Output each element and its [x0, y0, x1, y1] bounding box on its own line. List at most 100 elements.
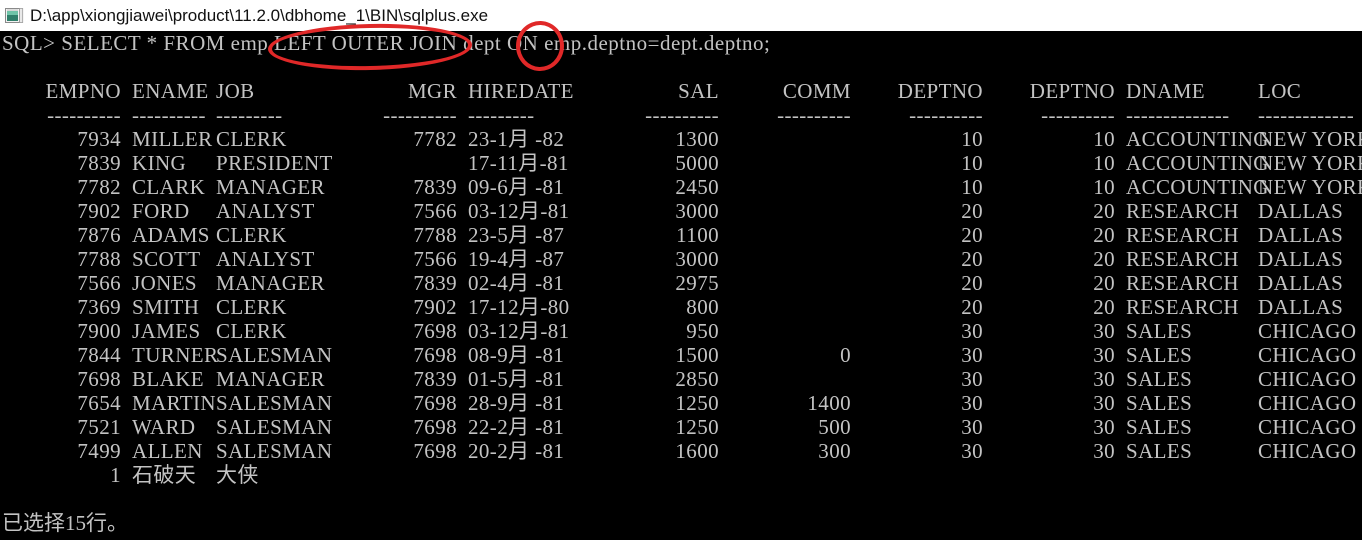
column-header: LOC [1258, 79, 1302, 103]
column-header: DEPTNO [1029, 79, 1115, 103]
table-cell: 300 [818, 439, 851, 463]
table-cell: 大侠 [216, 463, 259, 487]
console-output-area[interactable]: SQL> SELECT * FROM emp LEFT OUTER JOIN d… [0, 31, 1362, 540]
table-separator-row: ---------- ---------- --------- ---------- -… [0, 103, 1362, 127]
table-cell: ADAMS [132, 223, 210, 247]
table-cell: 1600 [675, 439, 719, 463]
column-separator: ---------- [47, 103, 121, 127]
column-header: ENAME [132, 79, 209, 103]
table-header-row: EMPNO ENAME JOB MGR HIREDATE SAL COMM DEPTNO DEP… [0, 79, 1362, 103]
table-cell: 1100 [676, 223, 719, 247]
table-cell: SALESMAN [216, 415, 333, 439]
table-cell: SALESMAN [216, 439, 333, 463]
table-cell: 20 [1093, 199, 1115, 223]
table-row: 7566 JONES MANAGER 7839 02-4月 -81 2975 20 20 RES… [0, 271, 1362, 295]
column-header: SAL [678, 79, 719, 103]
table-cell: MANAGER [216, 175, 325, 199]
table-cell: 30 [961, 391, 983, 415]
table-cell: 20 [961, 199, 983, 223]
table-row: 7788 SCOTT ANALYST 7566 19-4月 -87 3000 20 20 RES… [0, 247, 1362, 271]
table-row: 7902 FORD ANALYST 7566 03-12月-81 3000 20 20 RESE… [0, 199, 1362, 223]
table-cell: ACCOUNTING [1126, 127, 1269, 151]
table-cell: 20 [961, 247, 983, 271]
table-cell: CHICAGO [1258, 343, 1357, 367]
table-cell: 20 [961, 295, 983, 319]
table-cell: 7698 [413, 319, 457, 343]
table-cell: 7698 [413, 439, 457, 463]
table-cell: 30 [961, 343, 983, 367]
table-cell: SALES [1126, 391, 1193, 415]
table-row: 7782 CLARK MANAGER 7839 09-6月 -81 2450 10 10 ACC… [0, 175, 1362, 199]
table-cell: DALLAS [1258, 223, 1344, 247]
table-row: 7698 BLAKE MANAGER 7839 01-5月 -81 2850 30 30 SAL… [0, 367, 1362, 391]
column-header: EMPNO [45, 79, 121, 103]
table-cell: SALES [1126, 367, 1193, 391]
table-cell: TURNER [132, 343, 219, 367]
table-cell: 10 [961, 127, 983, 151]
sqlplus-window: D:\app\xiongjiawei\product\11.2.0\dbhome… [0, 0, 1362, 540]
table-cell: 20-2月 -81 [468, 439, 565, 463]
table-cell: 7844 [77, 343, 121, 367]
table-cell: 30 [961, 367, 983, 391]
column-separator: ---------- [645, 103, 719, 127]
column-separator: --------- [468, 103, 535, 127]
table-row: 7876 ADAMS CLERK 7788 23-5月 -87 1100 20 20 RESEA… [0, 223, 1362, 247]
table-cell: 5000 [675, 151, 719, 175]
column-header: DNAME [1126, 79, 1205, 103]
table-cell: 800 [686, 295, 719, 319]
table-cell: 7839 [77, 151, 121, 175]
table-cell: ANALYST [216, 199, 315, 223]
table-cell: 08-9月 -81 [468, 343, 565, 367]
table-cell: SALES [1126, 343, 1193, 367]
table-cell: 7839 [413, 175, 457, 199]
table-cell: 10 [1093, 175, 1115, 199]
table-cell: 0 [840, 343, 851, 367]
table-cell: MILLER [132, 127, 213, 151]
table-cell: 01-5月 -81 [468, 367, 565, 391]
table-cell: SCOTT [132, 247, 201, 271]
table-cell: 30 [1093, 391, 1115, 415]
table-cell: 20 [1093, 247, 1115, 271]
table-cell: DALLAS [1258, 271, 1344, 295]
table-cell: RESEARCH [1126, 223, 1239, 247]
table-cell: 1250 [675, 391, 719, 415]
table-cell: RESEARCH [1126, 271, 1239, 295]
table-cell: SMITH [132, 295, 200, 319]
result-table: EMPNO ENAME JOB MGR HIREDATE SAL COMM DEPTNO DEP… [0, 79, 1362, 487]
table-cell: 30 [961, 439, 983, 463]
table-cell: RESEARCH [1126, 247, 1239, 271]
table-cell: SALESMAN [216, 391, 333, 415]
table-cell: 7369 [77, 295, 121, 319]
column-header: DEPTNO [897, 79, 983, 103]
table-cell: DALLAS [1258, 247, 1344, 271]
table-cell: CLERK [216, 319, 287, 343]
table-cell: 17-11月-81 [468, 151, 569, 175]
table-row: 7934 MILLER CLERK 7782 23-1月 -82 1300 10 10 ACCO… [0, 127, 1362, 151]
table-cell: 3000 [675, 247, 719, 271]
table-cell: PRESIDENT [216, 151, 333, 175]
table-cell: RESEARCH [1126, 199, 1239, 223]
table-cell: 7900 [77, 319, 121, 343]
table-cell: 7902 [77, 199, 121, 223]
table-row: 7499 ALLEN SALESMAN 7698 20-2月 -81 1600 300 30 3… [0, 439, 1362, 463]
table-cell: 7876 [77, 223, 121, 247]
table-cell: 7934 [77, 127, 121, 151]
table-cell: 30 [1093, 319, 1115, 343]
table-cell: 03-12月-81 [468, 319, 570, 343]
column-header: COMM [782, 79, 851, 103]
table-row: 7900 JAMES CLERK 7698 03-12月-81 950 30 30 SALES C… [0, 319, 1362, 343]
table-cell: CLARK [132, 175, 206, 199]
table-cell: CHICAGO [1258, 391, 1357, 415]
table-cell: 20 [961, 223, 983, 247]
table-cell: JONES [132, 271, 198, 295]
table-cell: ANALYST [216, 247, 315, 271]
column-separator: ---------- [777, 103, 851, 127]
table-cell: 30 [961, 319, 983, 343]
column-separator: ------------- [1258, 103, 1355, 127]
table-cell: CHICAGO [1258, 319, 1357, 343]
table-cell: 30 [961, 415, 983, 439]
table-cell: NEW YORK [1258, 151, 1362, 175]
table-cell: 7698 [413, 415, 457, 439]
table-cell: 7839 [413, 367, 457, 391]
